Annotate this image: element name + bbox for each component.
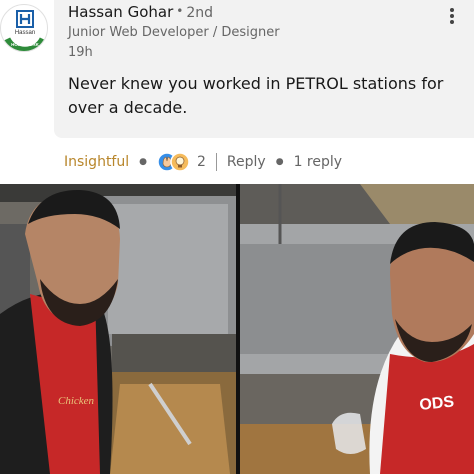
photo-left[interactable]: Chicken: [0, 184, 236, 474]
replies-link[interactable]: 1 reply: [294, 154, 342, 170]
separator-dot: ●: [139, 157, 147, 167]
reaction-button[interactable]: Insightful: [64, 154, 129, 170]
reaction-count[interactable]: 2: [197, 154, 206, 170]
author-name[interactable]: Hassan Gohar: [68, 3, 173, 21]
comment-section: Hassan HOMEWORK Hassan Gohar • 2nd Junior …: [0, 0, 474, 184]
author-headline: Junior Web Developer / Designer: [68, 25, 280, 40]
reply-button[interactable]: Reply: [227, 154, 266, 170]
avatar-logo-arc-text: HOMEWORK: [11, 42, 39, 47]
author-line: Hassan Gohar • 2nd: [68, 3, 213, 21]
comment-text: Never knew you worked in PETROL stations…: [68, 74, 444, 117]
right-apron-text: ODS: [419, 393, 456, 414]
comment-actions: Insightful ● 2 Reply ● 1 reply: [64, 151, 342, 173]
separator-dot: •: [176, 4, 184, 18]
photo-right[interactable]: ODS: [240, 184, 474, 474]
avatar[interactable]: Hassan HOMEWORK: [0, 4, 48, 52]
avatar-logo-text: Hassan: [15, 30, 35, 36]
reaction-icons[interactable]: [157, 152, 191, 172]
more-options-icon[interactable]: [444, 6, 460, 26]
separator-dot: ●: [275, 157, 284, 167]
lightbulb-icon: [170, 152, 190, 172]
comment-timestamp: 19h: [68, 45, 93, 60]
divider: [215, 153, 217, 171]
left-apron-text: Chicken: [58, 395, 95, 407]
comment-bubble: Hassan Gohar • 2nd Junior Web Developer / …: [54, 0, 474, 138]
connection-degree: 2nd: [186, 5, 213, 21]
attached-photos: Chicken ODS: [0, 184, 474, 474]
